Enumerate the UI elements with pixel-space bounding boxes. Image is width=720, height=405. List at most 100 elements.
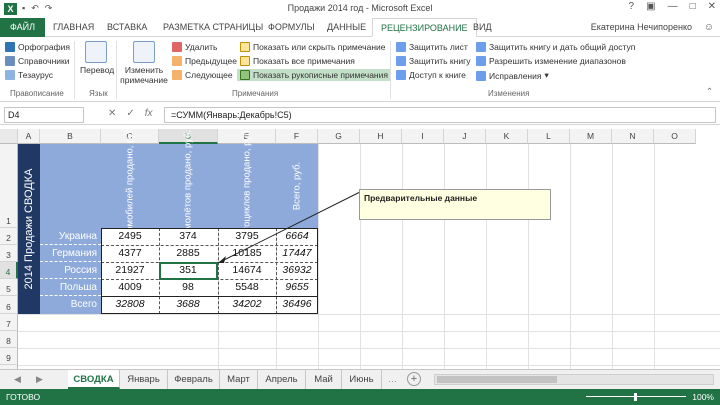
sheet-tab-february[interactable]: Февраль	[168, 370, 220, 389]
group-changes-label: Изменения	[488, 89, 530, 98]
column-header-l[interactable]: L	[528, 129, 570, 144]
user-name[interactable]: Екатерина Нечипоренко	[591, 22, 692, 32]
edit-comment-button[interactable]: Изменить примечание	[120, 41, 168, 85]
column-header-i[interactable]: I	[402, 129, 444, 144]
collapse-ribbon-icon[interactable]: ⌃	[706, 86, 713, 97]
ribbon: Орфография Справочники Тезаурус Правопис…	[0, 37, 720, 102]
track-changes-button[interactable]: Исправления ▾	[476, 70, 549, 81]
reference-button[interactable]: Справочники	[5, 56, 70, 66]
help-icon[interactable]: ?	[629, 1, 635, 12]
header-cars[interactable]: Автомобилей продано, руб.	[101, 129, 159, 247]
row-label[interactable]: Германия	[40, 245, 101, 262]
thesaurus-button[interactable]: Тезаурус	[5, 70, 53, 80]
tab-page-layout[interactable]: РАЗМЕТКА СТРАНИЦЫ	[163, 18, 263, 37]
feedback-smiley-icon[interactable]: ☺	[704, 22, 714, 33]
header-planes[interactable]: Самолётов продано, руб.	[159, 130, 217, 242]
header-total[interactable]: Всего, руб.	[276, 144, 318, 228]
spelling-button[interactable]: Орфография	[5, 42, 70, 52]
name-box[interactable]: D4	[4, 107, 84, 123]
table-title-cell[interactable]: 2014 Продажи СВОДКА	[18, 144, 40, 314]
column-header-f[interactable]: F	[276, 129, 318, 144]
next-comment-button[interactable]: Следующее	[172, 70, 233, 80]
comment-box[interactable]: Предварительные данные	[359, 189, 551, 220]
translate-button[interactable]: Перевод	[80, 41, 115, 75]
maximize-icon[interactable]: □	[690, 1, 696, 12]
header-blank-cell[interactable]	[40, 144, 101, 228]
protect-sheet-button[interactable]: Защитить лист	[396, 42, 468, 52]
group-divider	[390, 41, 391, 99]
row-header-8[interactable]: 8	[0, 331, 18, 348]
cancel-icon[interactable]: ✕	[108, 108, 116, 119]
ribbon-display-icon[interactable]: ▣	[646, 1, 655, 12]
worksheet-grid[interactable]: ONMLKJIHGFEDCBA 2014 Продажи СВОДКА Авто…	[0, 129, 720, 369]
sheet-tabs-bar: ◀ ▶ СВОДКА Январь Февраль Март Апрель Ма…	[0, 369, 720, 389]
show-hide-comment-button[interactable]: Показать или скрыть примечание	[240, 42, 386, 52]
insert-function-icon[interactable]: fx	[145, 108, 153, 119]
sheet-tab-april[interactable]: Апрель	[258, 370, 306, 389]
group-proofing-label: Правописание	[10, 89, 64, 98]
header-motorcycles[interactable]: Мотоциклов продано, руб.	[218, 129, 276, 244]
enter-icon[interactable]: ✓	[126, 108, 134, 119]
column-header-a[interactable]: A	[18, 129, 40, 144]
scrollbar-thumb[interactable]	[437, 376, 557, 383]
horizontal-scrollbar[interactable]	[434, 374, 714, 385]
add-sheet-icon[interactable]: +	[407, 372, 421, 386]
tab-home[interactable]: ГЛАВНАЯ	[53, 18, 94, 37]
sheet-tab-june[interactable]: Июнь	[342, 370, 382, 389]
sheet-tab-january[interactable]: Январь	[120, 370, 168, 389]
translate-label: Перевод	[80, 65, 115, 75]
show-ink-button[interactable]: Показать рукописные примечания	[237, 69, 391, 81]
column-header-m[interactable]: M	[570, 129, 612, 144]
sheet-tab-may[interactable]: Май	[306, 370, 342, 389]
tab-file[interactable]: ФАЙЛ	[0, 18, 45, 37]
scroll-right-icon[interactable]: ▶	[36, 374, 43, 385]
row-header-7[interactable]: 7	[0, 314, 18, 331]
gridline	[528, 144, 529, 369]
column-header-n[interactable]: N	[612, 129, 654, 144]
gridline	[18, 348, 720, 349]
active-cell-cursor	[159, 262, 218, 280]
select-all-corner[interactable]	[0, 129, 18, 144]
formula-input[interactable]: =СУММ(Январь:Декабрь!C5)	[164, 107, 716, 123]
column-header-g[interactable]: G	[318, 129, 360, 144]
protect-share-button[interactable]: Защитить книгу и дать общий доступ	[476, 42, 635, 52]
scroll-left-icon[interactable]: ◀	[14, 374, 21, 385]
sheet-tab-summary[interactable]: СВОДКА	[68, 370, 120, 389]
row-label[interactable]: Украина	[40, 228, 101, 245]
sheet-tab-march[interactable]: Март	[220, 370, 258, 389]
column-header-b[interactable]: B	[40, 129, 101, 144]
more-sheets-icon[interactable]: …	[388, 374, 397, 384]
tab-view[interactable]: ВИД	[473, 18, 492, 37]
column-header-j[interactable]: J	[444, 129, 486, 144]
zoom-slider-thumb[interactable]	[634, 393, 637, 401]
row-label[interactable]: Россия	[40, 262, 101, 279]
row-header-3[interactable]: 3	[0, 245, 18, 262]
row-header-5[interactable]: 5	[0, 279, 18, 296]
show-all-comments-button[interactable]: Показать все примечания	[240, 56, 355, 66]
row-header-1[interactable]: 1	[0, 144, 18, 228]
translate-icon	[85, 41, 107, 63]
row-header-2[interactable]: 2	[0, 228, 18, 245]
column-header-k[interactable]: K	[486, 129, 528, 144]
row-header-4[interactable]: 4	[0, 262, 18, 279]
tab-review[interactable]: РЕЦЕНЗИРОВАНИЕ	[372, 18, 477, 37]
column-header-h[interactable]: H	[360, 129, 402, 144]
row-header-6[interactable]: 6	[0, 296, 18, 314]
share-book-button[interactable]: Доступ к книге	[396, 70, 466, 80]
allow-ranges-button[interactable]: Разрешить изменение диапазонов	[476, 56, 626, 66]
column-header-o[interactable]: O	[654, 129, 696, 144]
previous-comment-button[interactable]: Предыдущее	[172, 56, 237, 66]
tab-data[interactable]: ДАННЫЕ	[327, 18, 366, 37]
status-ready: ГОТОВО	[6, 392, 41, 402]
tab-formulas[interactable]: ФОРМУЛЫ	[268, 18, 315, 37]
row-header-9[interactable]: 9	[0, 348, 18, 365]
protect-book-button[interactable]: Защитить книгу	[396, 56, 470, 66]
row-label[interactable]: Всего	[40, 296, 101, 314]
zoom-level[interactable]: 100%	[692, 389, 714, 405]
close-icon[interactable]: ✕	[708, 1, 716, 12]
next-label: Следующее	[185, 70, 233, 80]
tab-insert[interactable]: ВСТАВКА	[107, 18, 147, 37]
row-label[interactable]: Польша	[40, 279, 101, 296]
delete-comment-button[interactable]: Удалить	[172, 42, 217, 52]
minimize-icon[interactable]: —	[668, 1, 678, 12]
